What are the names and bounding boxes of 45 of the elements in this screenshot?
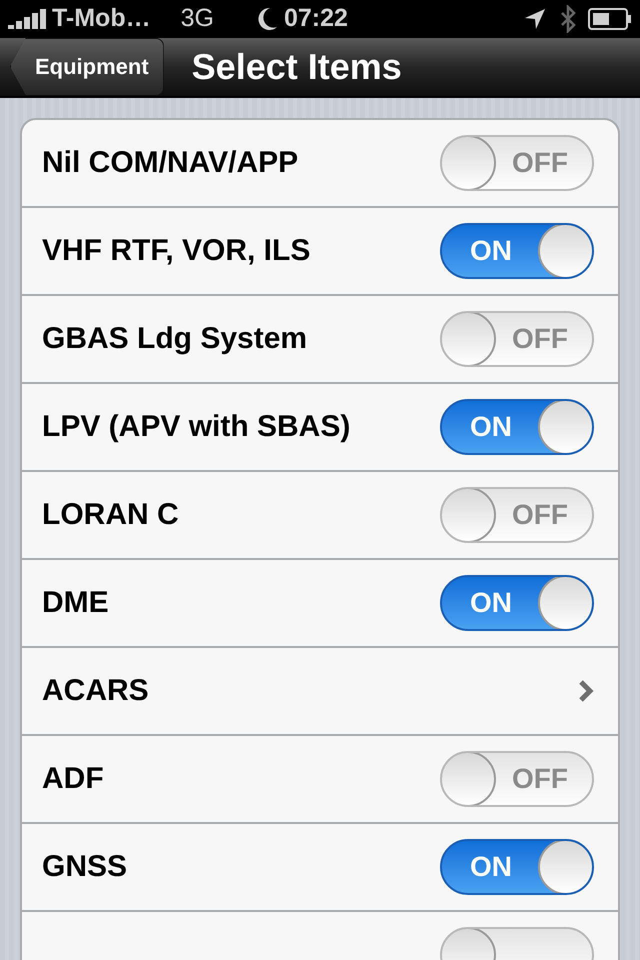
chevron-right-icon: [578, 678, 594, 702]
network-type: 3G: [180, 3, 214, 34]
switch-text: OFF: [512, 324, 569, 352]
battery-icon: [588, 8, 632, 30]
clock: 07:22: [284, 3, 348, 34]
switch-text: OFF: [512, 500, 569, 528]
row-label: GNSS: [42, 849, 128, 885]
switch-knob: [442, 752, 496, 804]
switch-knob: [538, 840, 592, 892]
switch-knob: [538, 576, 592, 628]
carrier-name: T-Mob…: [52, 3, 151, 34]
toggle-switch[interactable]: ON: [440, 398, 594, 454]
screen-title: Select Items: [192, 44, 402, 88]
toggle-switch[interactable]: OFF: [440, 134, 594, 190]
switch-knob: [442, 136, 496, 188]
row-label: LORAN C: [42, 497, 179, 533]
toggle-switch[interactable]: OFF: [440, 486, 594, 542]
bluetooth-icon: [560, 4, 576, 33]
switch-text: ON: [469, 412, 512, 440]
moon-icon: [258, 6, 278, 31]
row-label: VHF RTF, VOR, ILS: [42, 233, 310, 269]
signal-icon: [8, 8, 48, 29]
row-label: LPV (APV with SBAS): [42, 409, 350, 445]
switch-knob: [442, 488, 496, 540]
switch-text: OFF: [512, 764, 569, 792]
switch-text: ON: [469, 852, 512, 880]
list-row[interactable]: ACARS: [22, 648, 618, 736]
row-label: Nil COM/NAV/APP: [42, 145, 298, 181]
switch-knob: [538, 224, 592, 276]
switch-knob: [442, 312, 496, 364]
toggle-switch[interactable]: ON: [440, 574, 594, 630]
row-label: ACARS: [42, 673, 149, 709]
switch-text: ON: [469, 236, 512, 264]
toggle-switch[interactable]: OFF: [440, 750, 594, 806]
toggle-switch[interactable]: ON: [440, 838, 594, 894]
row-label: ADF: [42, 761, 104, 797]
row-label: GBAS Ldg System: [42, 321, 308, 357]
location-arrow-icon: [524, 8, 546, 30]
switch-text: OFF: [512, 148, 569, 176]
switch-text: ON: [469, 588, 512, 616]
toggle-switch[interactable]: OFF: [440, 310, 594, 366]
switch-knob: [538, 400, 592, 452]
toggle-switch[interactable]: ON: [440, 222, 594, 278]
back-button[interactable]: Equipment: [10, 38, 164, 96]
row-label: DME: [42, 585, 109, 621]
